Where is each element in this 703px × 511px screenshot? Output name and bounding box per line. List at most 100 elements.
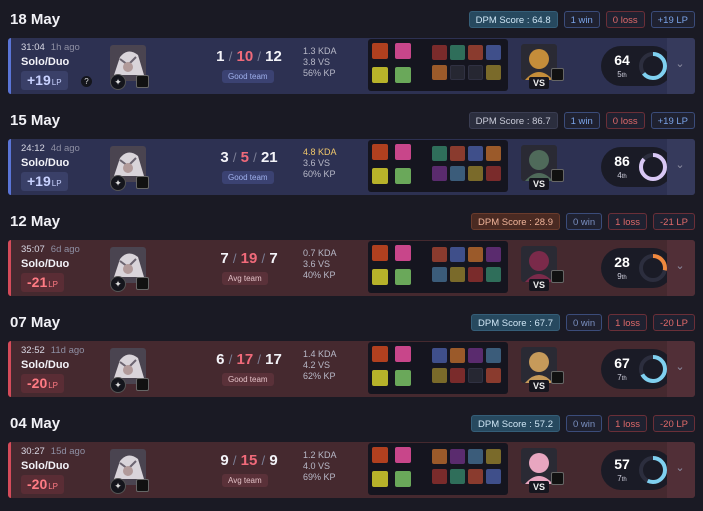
score-ring [639,153,667,181]
chevron-down-icon[interactable]: ⌄ [673,158,687,172]
build-panel [368,39,508,91]
item-icon[interactable] [432,166,447,181]
match-card[interactable]: 32:52 11d ago Solo/Duo -20LP ✦ 6 / 17 / 1… [8,341,695,397]
item-icon[interactable] [432,368,447,383]
item-icon[interactable] [486,146,501,161]
chevron-down-icon[interactable]: ⌄ [673,360,687,374]
item-icon[interactable] [450,348,465,363]
score-value: 86 [614,153,630,169]
item-icon[interactable] [468,348,483,363]
summoner-spell-icon[interactable] [372,370,388,386]
win-count-badge: 1 win [563,112,600,129]
item-icon[interactable] [450,45,465,60]
day-header: 07 May DPM Score : 67.7 0 win 1 loss -20… [0,303,703,341]
item-icon[interactable] [450,166,465,181]
chevron-down-icon[interactable]: ⌄ [673,57,687,71]
dpm-score-badge[interactable]: DPM Score : 67.7 [471,314,560,331]
item-icon[interactable] [432,146,447,161]
kill-participation: 40% KP [303,270,336,280]
empty-item-slot[interactable] [450,65,465,80]
empty-item-slot[interactable] [468,368,483,383]
match-card[interactable]: 31:04 1h ago Solo/Duo +19LP ? ✦ 1 / 10 / … [8,38,695,94]
dpm-score-badge[interactable]: DPM Score : 57.2 [471,415,560,432]
match-age: 4d ago [50,143,80,154]
summoner-spell-icon[interactable] [372,346,388,362]
summoner-spell-icon[interactable] [372,269,388,285]
item-icon[interactable] [468,45,483,60]
lp-change-badge: -21 LP [653,213,695,230]
summoner-spell-icon[interactable] [372,447,388,463]
rune-icon[interactable] [395,370,411,386]
dpm-score-badge[interactable]: DPM Score : 28.9 [471,213,560,230]
empty-item-slot[interactable] [468,65,483,80]
item-icon[interactable] [486,247,501,262]
item-icon[interactable] [432,449,447,464]
rune-icon[interactable] [395,447,411,463]
rune-icon[interactable] [395,67,411,83]
summoner-spell-icon[interactable] [372,43,388,59]
dpm-score-badge[interactable]: DPM Score : 86.7 [468,112,558,129]
item-icon[interactable] [468,146,483,161]
match-stats: 0.7 KDA 3.6 VS 40% KP [303,248,337,281]
kda-ratio: 1.4 KDA [303,349,337,359]
item-icon[interactable] [450,247,465,262]
rune-icon[interactable] [395,168,411,184]
day-group: 07 May DPM Score : 67.7 0 win 1 loss -20… [0,303,703,397]
match-card[interactable]: 30:27 15d ago Solo/Duo -20LP ✦ 9 / 15 / 9… [8,442,695,498]
dpm-score-badge[interactable]: DPM Score : 64.8 [468,11,558,28]
item-icon[interactable] [486,267,501,282]
item-icon[interactable] [486,449,501,464]
match-stats: 1.3 KDA 3.8 VS 56% KP [303,46,337,79]
top-lane-icon: ✦ [110,74,126,90]
summoner-spell-icon[interactable] [372,144,388,160]
item-icon[interactable] [432,45,447,60]
chevron-down-icon[interactable]: ⌄ [673,461,687,475]
item-icon[interactable] [486,348,501,363]
top-lane-icon: ✦ [110,276,126,292]
item-icon[interactable] [486,166,501,181]
performance-score: 86 4th [601,147,673,187]
rune-icon[interactable] [395,245,411,261]
item-icon[interactable] [450,449,465,464]
item-icon[interactable] [450,146,465,161]
item-icon[interactable] [486,469,501,484]
item-icon[interactable] [468,166,483,181]
item-icon[interactable] [450,267,465,282]
chevron-down-icon[interactable]: ⌄ [673,259,687,273]
opponent-badge-icon [551,472,564,485]
rune-icon[interactable] [395,43,411,59]
rune-icon[interactable] [395,144,411,160]
vs-label: VS [529,279,549,291]
kda-ratio: 0.7 KDA [303,248,337,258]
item-icon[interactable] [486,368,501,383]
item-icon[interactable] [432,267,447,282]
team-rating-tag: Good team [222,171,274,184]
item-icon[interactable] [432,65,447,80]
item-icon[interactable] [468,247,483,262]
lp-delta: -20LP [21,374,65,393]
match-card[interactable]: 24:12 4d ago Solo/Duo +19LP ✦ 3 / 5 / 21 … [8,139,695,195]
item-icon[interactable] [450,469,465,484]
day-date: 12 May [10,213,61,230]
rune-icon[interactable] [395,346,411,362]
item-icon[interactable] [486,65,501,80]
summoner-spell-icon[interactable] [372,245,388,261]
item-icon[interactable] [468,267,483,282]
summoner-spell-icon[interactable] [372,471,388,487]
match-card[interactable]: 35:07 6d ago Solo/Duo -21LP ✦ 7 / 19 / 7 … [8,240,695,296]
rune-icon[interactable] [395,471,411,487]
summoner-spell-icon[interactable] [372,67,388,83]
item-icon[interactable] [468,449,483,464]
item-icon[interactable] [450,368,465,383]
help-icon[interactable]: ? [81,76,92,87]
kill-participation: 62% KP [303,371,336,381]
match-duration: 32:52 11d ago [21,345,85,356]
summoner-spell-icon[interactable] [372,168,388,184]
item-icon[interactable] [486,45,501,60]
item-icon[interactable] [432,348,447,363]
item-icon[interactable] [432,247,447,262]
item-icon[interactable] [468,469,483,484]
rune-icon[interactable] [395,269,411,285]
lp-change-badge: -20 LP [653,314,695,331]
item-icon[interactable] [432,469,447,484]
